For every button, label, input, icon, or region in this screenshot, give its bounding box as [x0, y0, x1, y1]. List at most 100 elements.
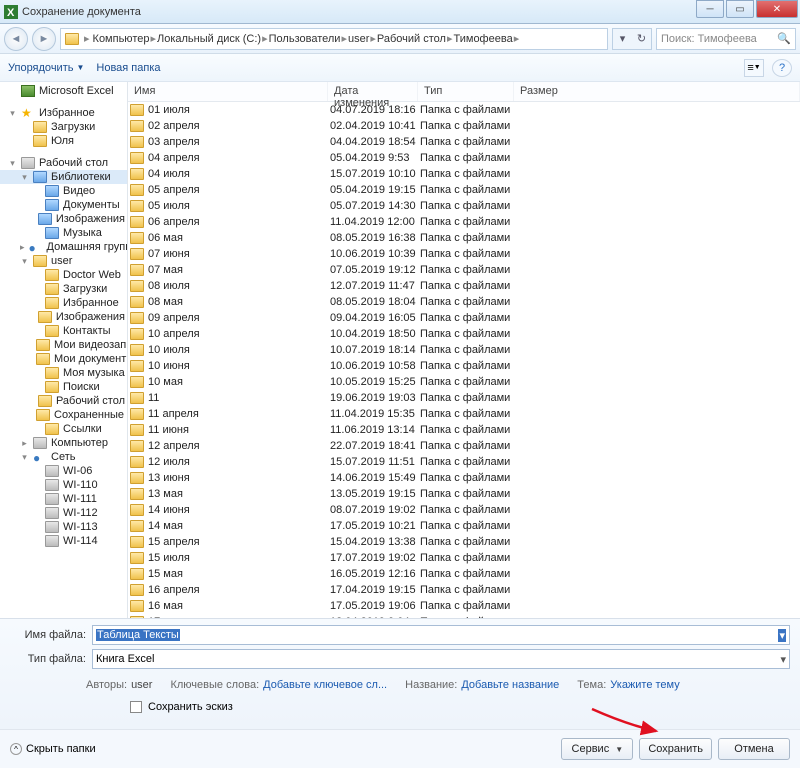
expander-icon[interactable]: ▸ [20, 242, 25, 253]
navigation-tree[interactable]: Microsoft Excel▾★ИзбранноеЗагрузкиЮля▾Ра… [0, 82, 128, 618]
expander-icon[interactable]: ▾ [8, 158, 17, 169]
back-button[interactable]: ◄ [4, 27, 28, 51]
refresh-button[interactable]: ▾↻ [612, 28, 652, 50]
tree-item[interactable]: Избранное [0, 296, 127, 310]
file-row[interactable]: 12 апреля22.07.2019 18:41Папка с файлами [128, 438, 800, 454]
col-date[interactable]: Дата изменения [328, 82, 418, 101]
breadcrumb-item[interactable]: user [348, 33, 369, 45]
file-row[interactable]: 10 апреля10.04.2019 18:50Папка с файлами [128, 326, 800, 342]
col-size[interactable]: Размер [514, 82, 800, 101]
chevron-down-icon[interactable]: ▾ [778, 629, 786, 642]
tree-item[interactable]: ▾★Избранное [0, 106, 127, 120]
tree-item[interactable]: Поиски [0, 380, 127, 394]
file-row[interactable]: 16 апреля17.04.2019 19:15Папка с файлами [128, 582, 800, 598]
tree-item[interactable]: Юля [0, 134, 127, 148]
new-folder-button[interactable]: Новая папка [96, 62, 160, 74]
forward-button[interactable]: ► [32, 27, 56, 51]
tree-item[interactable]: ▾Библиотеки [0, 170, 127, 184]
file-row[interactable]: 04 апреля05.04.2019 9:53Папка с файлами [128, 150, 800, 166]
filename-input[interactable]: Таблица Тексты▾ [92, 625, 790, 645]
address-bar[interactable]: ▸ Компьютер▸Локальный диск (C:)▸Пользова… [60, 28, 608, 50]
chevron-down-icon[interactable]: ▾ [780, 653, 786, 666]
keywords-value[interactable]: Добавьте ключевое сл... [263, 679, 387, 691]
breadcrumb-item[interactable]: Тимофеева [454, 33, 513, 45]
file-row[interactable]: 13 мая13.05.2019 19:15Папка с файлами [128, 486, 800, 502]
thumbnail-checkbox[interactable] [130, 701, 142, 713]
tree-item[interactable]: ▸●Домашняя групп [0, 240, 127, 254]
search-input[interactable]: Поиск: Тимофеева 🔍 [656, 28, 796, 50]
breadcrumb-item[interactable]: Локальный диск (C:) [157, 33, 261, 45]
file-row[interactable]: 02 апреля02.04.2019 10:41Папка с файлами [128, 118, 800, 134]
expander-icon[interactable]: ▾ [8, 108, 17, 119]
file-row[interactable]: 03 апреля04.04.2019 18:54Папка с файлами [128, 134, 800, 150]
tree-item[interactable]: WI-111 [0, 492, 127, 506]
tree-item[interactable]: Изображения [0, 310, 127, 324]
breadcrumb-item[interactable]: Пользователи [269, 33, 341, 45]
tree-item[interactable]: Видео [0, 184, 127, 198]
tree-item[interactable]: Сохраненные и [0, 408, 127, 422]
maximize-button[interactable]: ▭ [726, 0, 754, 18]
file-row[interactable]: 08 июля12.07.2019 11:47Папка с файлами [128, 278, 800, 294]
file-row[interactable]: 08 мая08.05.2019 18:04Папка с файлами [128, 294, 800, 310]
save-button[interactable]: Сохранить [639, 738, 712, 760]
col-name[interactable]: Имя [128, 82, 328, 101]
help-button[interactable]: ? [772, 59, 792, 77]
file-row[interactable]: 07 июня10.06.2019 10:39Папка с файлами [128, 246, 800, 262]
tools-button[interactable]: Сервис▼ [561, 738, 633, 760]
expander-icon[interactable]: ▾ [20, 256, 29, 267]
minimize-button[interactable]: ─ [696, 0, 724, 18]
tree-item[interactable]: WI-113 [0, 520, 127, 534]
tree-item[interactable]: Музыка [0, 226, 127, 240]
breadcrumb-item[interactable]: Компьютер [93, 33, 150, 45]
file-row[interactable]: 11 июня11.06.2019 13:14Папка с файлами [128, 422, 800, 438]
file-row[interactable]: 16 мая17.05.2019 19:06Папка с файлами [128, 598, 800, 614]
tree-item[interactable]: ▾●Сеть [0, 450, 127, 464]
file-row[interactable]: 11 апреля11.04.2019 15:35Папка с файлами [128, 406, 800, 422]
tree-item[interactable]: Моя музыка [0, 366, 127, 380]
file-row[interactable]: 12 июля15.07.2019 11:51Папка с файлами [128, 454, 800, 470]
tree-item[interactable]: Документы [0, 198, 127, 212]
tree-item[interactable]: Контакты [0, 324, 127, 338]
tree-item[interactable]: Загрузки [0, 282, 127, 296]
file-row[interactable]: 01 июля04.07.2019 18:16Папка с файлами [128, 102, 800, 118]
tree-item[interactable]: Рабочий стол [0, 394, 127, 408]
theme-value[interactable]: Укажите тему [610, 679, 679, 691]
file-row[interactable]: 17 апреля18.04.2019 9:04Папка с файлами [128, 614, 800, 618]
file-row[interactable]: 15 мая16.05.2019 12:16Папка с файлами [128, 566, 800, 582]
breadcrumb-item[interactable]: Рабочий стол [377, 33, 446, 45]
hide-folders-button[interactable]: ^ Скрыть папки [10, 743, 96, 755]
col-type[interactable]: Тип [418, 82, 514, 101]
close-button[interactable]: ✕ [756, 0, 798, 18]
tree-item[interactable]: WI-06 [0, 464, 127, 478]
tree-item[interactable]: ▾user [0, 254, 127, 268]
filetype-combo[interactable]: Книга Excel▾ [92, 649, 790, 669]
column-headers[interactable]: Имя Дата изменения Тип Размер [128, 82, 800, 102]
title-value[interactable]: Добавьте название [461, 679, 559, 691]
tree-item[interactable]: Изображения [0, 212, 127, 226]
tree-item[interactable]: Загрузки [0, 120, 127, 134]
tree-item[interactable]: Мои видеозапи [0, 338, 127, 352]
file-row[interactable]: 07 мая07.05.2019 19:12Папка с файлами [128, 262, 800, 278]
expander-icon[interactable]: ▾ [20, 452, 29, 463]
file-row[interactable]: 09 апреля09.04.2019 16:05Папка с файлами [128, 310, 800, 326]
tree-item[interactable]: ▾Рабочий стол [0, 156, 127, 170]
tree-item[interactable]: WI-110 [0, 478, 127, 492]
file-row[interactable]: 10 июля10.07.2019 18:14Папка с файлами [128, 342, 800, 358]
tree-item[interactable]: Doctor Web [0, 268, 127, 282]
authors-value[interactable]: user [131, 679, 152, 691]
file-row[interactable]: 10 июня10.06.2019 10:58Папка с файлами [128, 358, 800, 374]
expander-icon[interactable]: ▸ [20, 438, 29, 449]
file-row[interactable]: 15 июля17.07.2019 19:02Папка с файлами [128, 550, 800, 566]
file-row[interactable]: 14 июня08.07.2019 19:02Папка с файлами [128, 502, 800, 518]
tree-item[interactable]: Ссылки [0, 422, 127, 436]
file-row[interactable]: 06 мая08.05.2019 16:38Папка с файлами [128, 230, 800, 246]
file-row[interactable]: 06 апреля11.04.2019 12:00Папка с файлами [128, 214, 800, 230]
file-row[interactable]: 1119.06.2019 19:03Папка с файлами [128, 390, 800, 406]
tree-item[interactable]: WI-112 [0, 506, 127, 520]
file-row[interactable]: 05 апреля05.04.2019 19:15Папка с файлами [128, 182, 800, 198]
view-button[interactable]: ≡ ▼ [744, 59, 764, 77]
tree-item[interactable]: Microsoft Excel [0, 84, 127, 98]
file-row[interactable]: 13 июня14.06.2019 15:49Папка с файлами [128, 470, 800, 486]
organize-button[interactable]: Упорядочить ▼ [8, 62, 84, 74]
file-row[interactable]: 15 апреля15.04.2019 13:38Папка с файлами [128, 534, 800, 550]
